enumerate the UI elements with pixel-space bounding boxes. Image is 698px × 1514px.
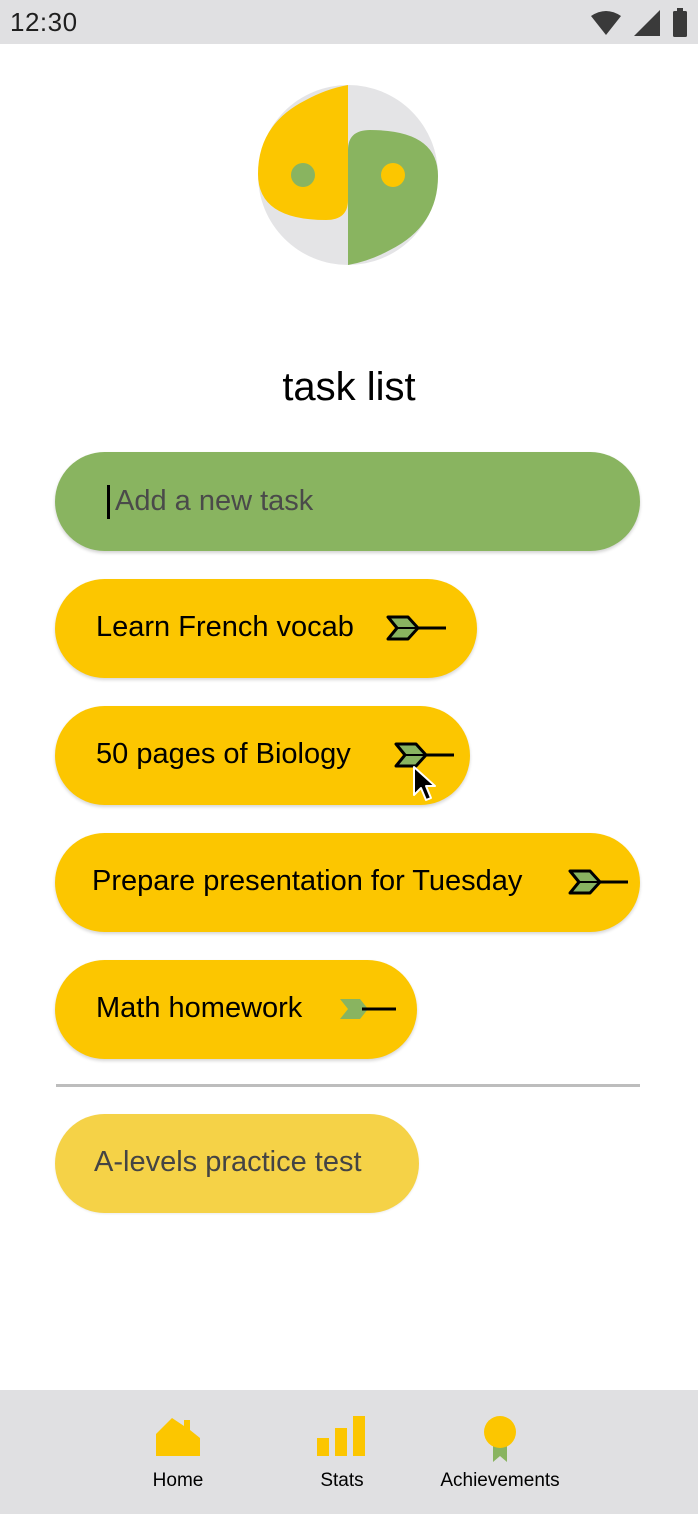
new-task-input[interactable] — [115, 452, 615, 551]
nav-label: Home — [152, 1470, 204, 1491]
text-cursor — [107, 485, 110, 519]
task-item[interactable]: Learn French vocab — [55, 579, 477, 678]
completed-divider — [56, 1084, 640, 1087]
status-bar: 12:30 — [0, 0, 698, 44]
arrow-icon[interactable] — [568, 868, 630, 896]
app-logo — [258, 85, 438, 265]
bottom-nav: Home Stats Achievements — [0, 1390, 698, 1514]
battery-icon — [673, 8, 687, 37]
nav-home[interactable]: Home — [128, 1390, 228, 1514]
wifi-icon — [591, 11, 621, 35]
bar-chart-icon — [317, 1416, 365, 1456]
task-item[interactable]: Prepare presentation for Tuesday — [55, 833, 640, 932]
task-label: Math homework — [96, 992, 303, 1024]
task-item[interactable]: Math homework — [55, 960, 417, 1059]
arrow-icon[interactable] — [394, 741, 456, 769]
nav-achievements[interactable]: Achievements — [430, 1390, 570, 1514]
status-icons — [590, 8, 688, 38]
task-label: A-levels practice test — [94, 1146, 362, 1178]
task-label: Prepare presentation for Tuesday — [92, 865, 523, 897]
nav-label: Achievements — [440, 1470, 560, 1491]
status-time: 12:30 — [10, 7, 78, 37]
arrow-icon[interactable] — [386, 614, 448, 642]
arrow-icon[interactable] — [338, 995, 400, 1023]
medal-icon — [484, 1416, 516, 1462]
task-label: 50 pages of Biology — [96, 738, 351, 770]
nav-stats[interactable]: Stats — [292, 1390, 392, 1514]
task-item[interactable]: 50 pages of Biology — [55, 706, 470, 805]
page-title: task list — [282, 365, 416, 409]
cellular-signal-icon — [634, 10, 660, 36]
home-icon — [156, 1418, 200, 1456]
task-label: Learn French vocab — [96, 611, 354, 643]
new-task-field[interactable] — [55, 452, 640, 551]
nav-label: Stats — [320, 1470, 364, 1491]
completed-task-item[interactable]: A-levels practice test — [55, 1114, 419, 1213]
